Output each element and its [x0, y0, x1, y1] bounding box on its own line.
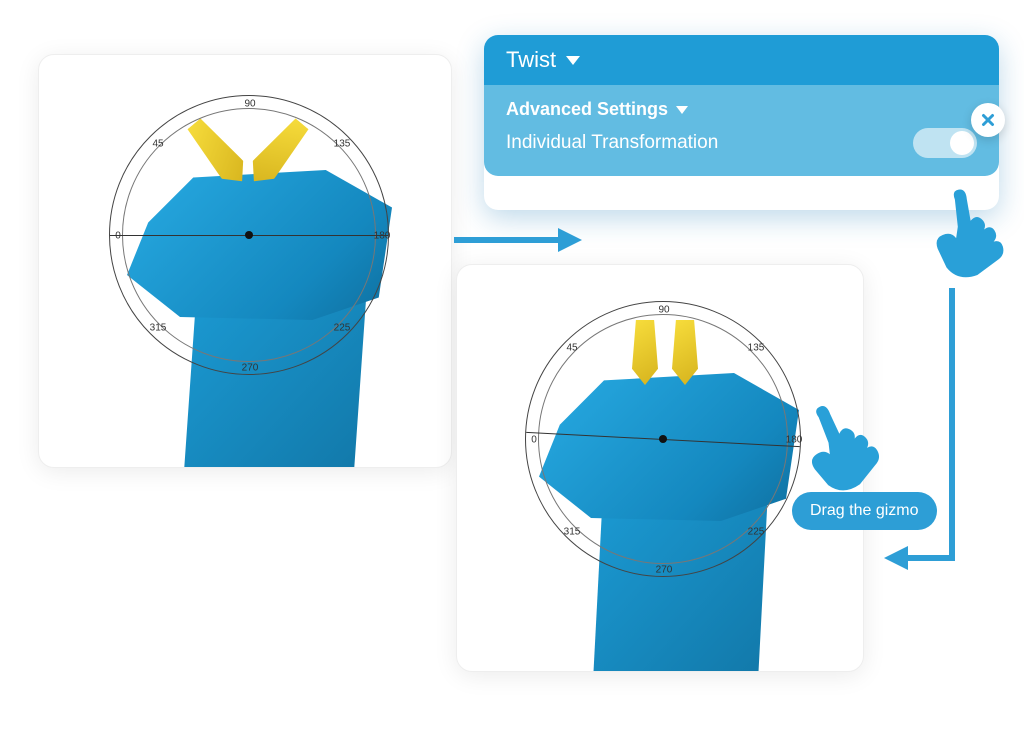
- section-header[interactable]: Advanced Settings: [506, 99, 977, 120]
- tick-45: 45: [566, 343, 577, 354]
- chevron-down-icon: [676, 106, 688, 114]
- close-icon: [979, 111, 997, 129]
- panel-header[interactable]: Twist: [484, 35, 999, 85]
- model-horn-right: [672, 320, 698, 385]
- tick-135: 135: [748, 343, 765, 354]
- drag-tooltip: Drag the gizmo: [792, 492, 937, 530]
- tooltip-text: Drag the gizmo: [810, 502, 919, 519]
- tick-0: 0: [115, 231, 121, 242]
- tick-0: 0: [531, 435, 537, 446]
- toggle-knob: [950, 131, 974, 155]
- tick-90: 90: [244, 99, 255, 110]
- twist-panel: Twist Advanced Settings Individual Trans…: [484, 35, 999, 210]
- panel-title: Twist: [506, 47, 556, 73]
- model-head: [539, 373, 799, 521]
- toggle-label: Individual Transformation: [506, 132, 718, 154]
- tick-45: 45: [152, 139, 163, 150]
- tick-90: 90: [658, 305, 669, 316]
- viewport-before: 0 45 90 135 180 225 270 315: [38, 54, 452, 468]
- tick-315: 315: [150, 323, 167, 334]
- individual-transformation-toggle[interactable]: [913, 128, 977, 158]
- close-button[interactable]: [971, 103, 1005, 137]
- tick-135: 135: [334, 139, 351, 150]
- tick-315: 315: [564, 527, 581, 538]
- viewport-after: 0 45 90 135 180 225 270 315: [456, 264, 864, 672]
- chevron-down-icon: [566, 56, 580, 65]
- model-horn-left: [632, 320, 658, 385]
- section-title-text: Advanced Settings: [506, 99, 668, 120]
- model-head: [127, 170, 392, 320]
